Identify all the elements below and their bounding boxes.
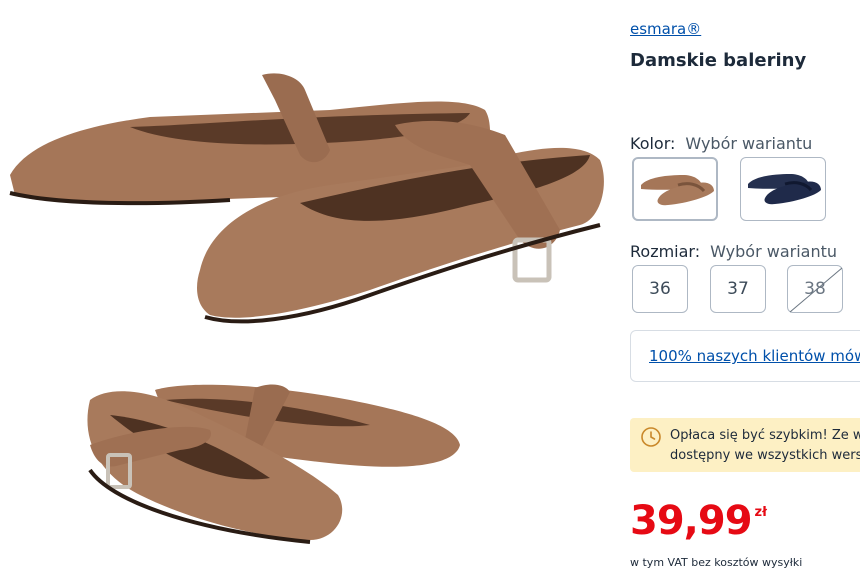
size-option-36[interactable]: 36 [632,265,688,313]
color-swatch-brown[interactable] [632,157,718,221]
color-value: Wybór wariantu [685,134,813,153]
size-label: Rozmiar: [630,242,701,261]
size-option-38-unavailable[interactable]: 38 [787,265,843,313]
size-value: Wybór wariantu [710,242,837,261]
size-option-37[interactable]: 37 [710,265,766,313]
color-label: Kolor: [630,134,676,153]
product-title: Damskie baleriny [630,50,807,71]
price-amount: 39,99 [630,498,753,544]
size-option-header: Rozmiar: Wybór wariantu [630,242,837,261]
reviews-link[interactable]: 100% naszych klientów mów [649,347,860,365]
product-image-main[interactable] [0,55,615,340]
reviews-box: 100% naszych klientów mów [630,330,860,382]
brand-link[interactable]: esmara® [630,20,701,38]
price: 39,99 zł [630,498,767,544]
navy-shoe-thumbnail [748,174,821,205]
color-swatch-navy[interactable] [740,157,826,221]
vat-note: w tym VAT bez kosztów wysyłki [630,556,803,569]
brown-shoe-thumbnail [641,175,714,206]
price-currency: zł [754,505,767,520]
product-gallery [0,0,615,573]
notice-line-1: Opłaca się być szybkim! Ze wz [670,428,860,443]
strikethrough-icon [789,267,843,313]
product-image-secondary[interactable] [70,370,470,555]
promo-notice: Opłaca się być szybkim! Ze wz dostępny w… [630,418,860,472]
product-info-panel: esmara® Damskie baleriny Kolor: Wybór war… [630,0,860,573]
color-option-header: Kolor: Wybór wariantu [630,134,812,153]
notice-line-2: dostępny we wszystkich wersja [670,448,860,463]
clock-icon [641,427,661,447]
